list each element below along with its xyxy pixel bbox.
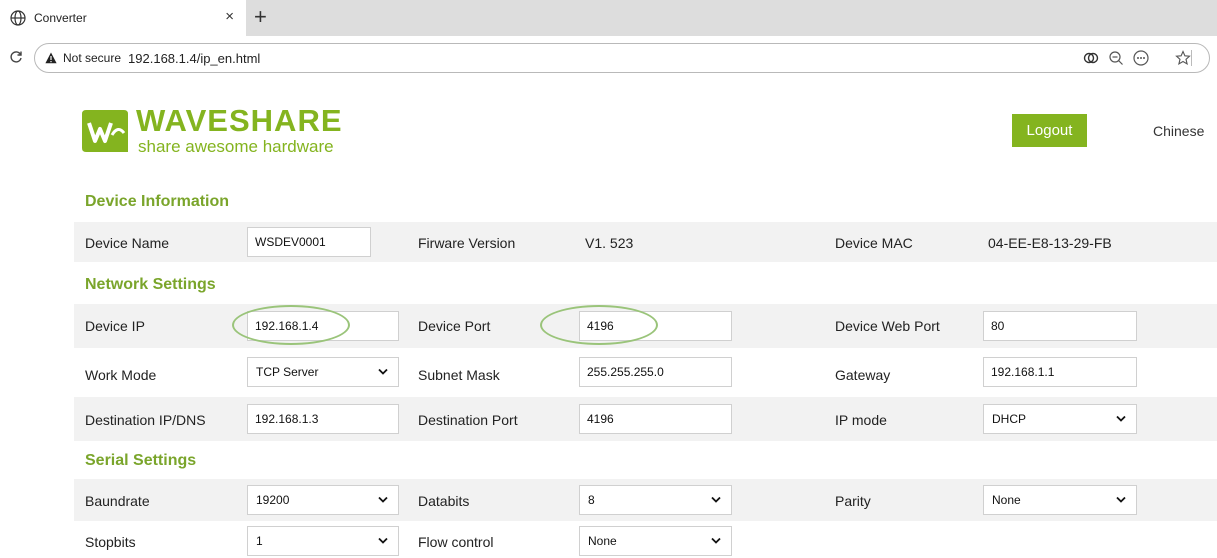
ip-mode-label: IP mode bbox=[835, 412, 887, 428]
chevron-down-icon bbox=[1116, 415, 1126, 422]
parity-label: Parity bbox=[835, 493, 871, 509]
waveshare-logo-icon bbox=[82, 110, 128, 152]
chevron-down-icon bbox=[1116, 496, 1126, 503]
language-switch-link[interactable]: Chinese bbox=[1153, 123, 1204, 139]
gateway-input[interactable] bbox=[983, 357, 1137, 387]
favorite-star-icon[interactable] bbox=[1175, 50, 1191, 66]
more-options-icon[interactable] bbox=[1133, 50, 1149, 66]
work-mode-label: Work Mode bbox=[85, 367, 157, 383]
stopbits-value: 1 bbox=[256, 534, 263, 548]
device-port-label: Device Port bbox=[418, 318, 491, 334]
device-ip-label: Device IP bbox=[85, 318, 145, 334]
url-text[interactable]: 192.168.1.4/ip_en.html bbox=[128, 51, 260, 66]
subnet-mask-input[interactable] bbox=[579, 357, 732, 387]
databits-select[interactable]: 8 bbox=[579, 485, 732, 515]
security-label: Not secure bbox=[63, 51, 122, 65]
destination-ip-label: Destination IP/DNS bbox=[85, 412, 206, 428]
logout-button[interactable]: Logout bbox=[1012, 114, 1087, 147]
browser-tab-strip: Converter × + bbox=[0, 0, 1217, 36]
destination-ip-input[interactable] bbox=[247, 404, 399, 434]
destination-port-label: Destination Port bbox=[418, 412, 518, 428]
firmware-version-label: Firware Version bbox=[418, 235, 516, 251]
logo-tagline: share awesome hardware bbox=[138, 137, 334, 156]
warning-icon bbox=[45, 52, 57, 64]
gateway-label: Gateway bbox=[835, 367, 891, 383]
stopbits-select[interactable]: 1 bbox=[247, 526, 399, 556]
destination-port-input[interactable] bbox=[579, 404, 732, 434]
flow-control-value: None bbox=[588, 534, 617, 548]
tab-close-icon[interactable]: × bbox=[225, 9, 234, 25]
logo-brand-text: WAVESHARE bbox=[136, 103, 343, 138]
new-tab-button[interactable]: + bbox=[254, 6, 267, 28]
serial-settings-heading: Serial Settings bbox=[85, 452, 197, 469]
flow-control-select[interactable]: None bbox=[579, 526, 732, 556]
baudrate-select[interactable]: 19200 bbox=[247, 485, 399, 515]
device-web-port-label: Device Web Port bbox=[835, 318, 940, 334]
chevron-down-icon bbox=[378, 496, 388, 503]
device-mac-value: 04-EE-E8-13-29-FB bbox=[988, 235, 1112, 251]
address-bar-row: Not secure 192.168.1.4/ip_en.html bbox=[0, 36, 1217, 81]
chevron-down-icon bbox=[711, 537, 721, 544]
ip-mode-select[interactable]: DHCP bbox=[983, 404, 1137, 434]
device-web-port-input[interactable] bbox=[983, 311, 1137, 341]
device-port-highlight-ring bbox=[540, 305, 658, 345]
device-ip-highlight-ring bbox=[232, 305, 350, 345]
flow-control-label: Flow control bbox=[418, 534, 494, 550]
databits-value: 8 bbox=[588, 493, 595, 507]
reload-icon[interactable] bbox=[9, 50, 23, 64]
parity-value: None bbox=[992, 493, 1021, 507]
ip-mode-value: DHCP bbox=[992, 412, 1027, 426]
baudrate-label: Baundrate bbox=[85, 493, 150, 509]
chevron-down-icon bbox=[378, 537, 388, 544]
parity-select[interactable]: None bbox=[983, 485, 1137, 515]
copilot-icon[interactable] bbox=[1083, 50, 1099, 66]
subnet-mask-label: Subnet Mask bbox=[418, 367, 500, 383]
work-mode-value: TCP Server bbox=[256, 365, 319, 379]
firmware-version-value: V1. 523 bbox=[585, 235, 634, 251]
waveshare-logo: WAVESHARE share awesome hardware bbox=[80, 103, 350, 158]
device-mac-label: Device MAC bbox=[835, 235, 913, 251]
device-information-heading: Device Information bbox=[85, 193, 230, 210]
device-name-label: Device Name bbox=[85, 235, 170, 251]
work-mode-select[interactable]: TCP Server bbox=[247, 357, 399, 387]
toolbar-separator bbox=[1191, 50, 1192, 66]
omnibox[interactable]: Not secure 192.168.1.4/ip_en.html bbox=[34, 43, 1210, 73]
baudrate-value: 19200 bbox=[256, 493, 290, 507]
device-name-input[interactable] bbox=[247, 227, 371, 257]
chevron-down-icon bbox=[378, 368, 388, 375]
databits-label: Databits bbox=[418, 493, 470, 509]
zoom-out-icon[interactable] bbox=[1108, 50, 1124, 66]
stopbits-label: Stopbits bbox=[85, 534, 136, 550]
chevron-down-icon bbox=[711, 496, 721, 503]
tab-title: Converter bbox=[34, 11, 87, 25]
globe-icon bbox=[10, 10, 26, 26]
network-settings-heading: Network Settings bbox=[85, 276, 216, 293]
browser-tab[interactable]: Converter × bbox=[0, 0, 246, 36]
